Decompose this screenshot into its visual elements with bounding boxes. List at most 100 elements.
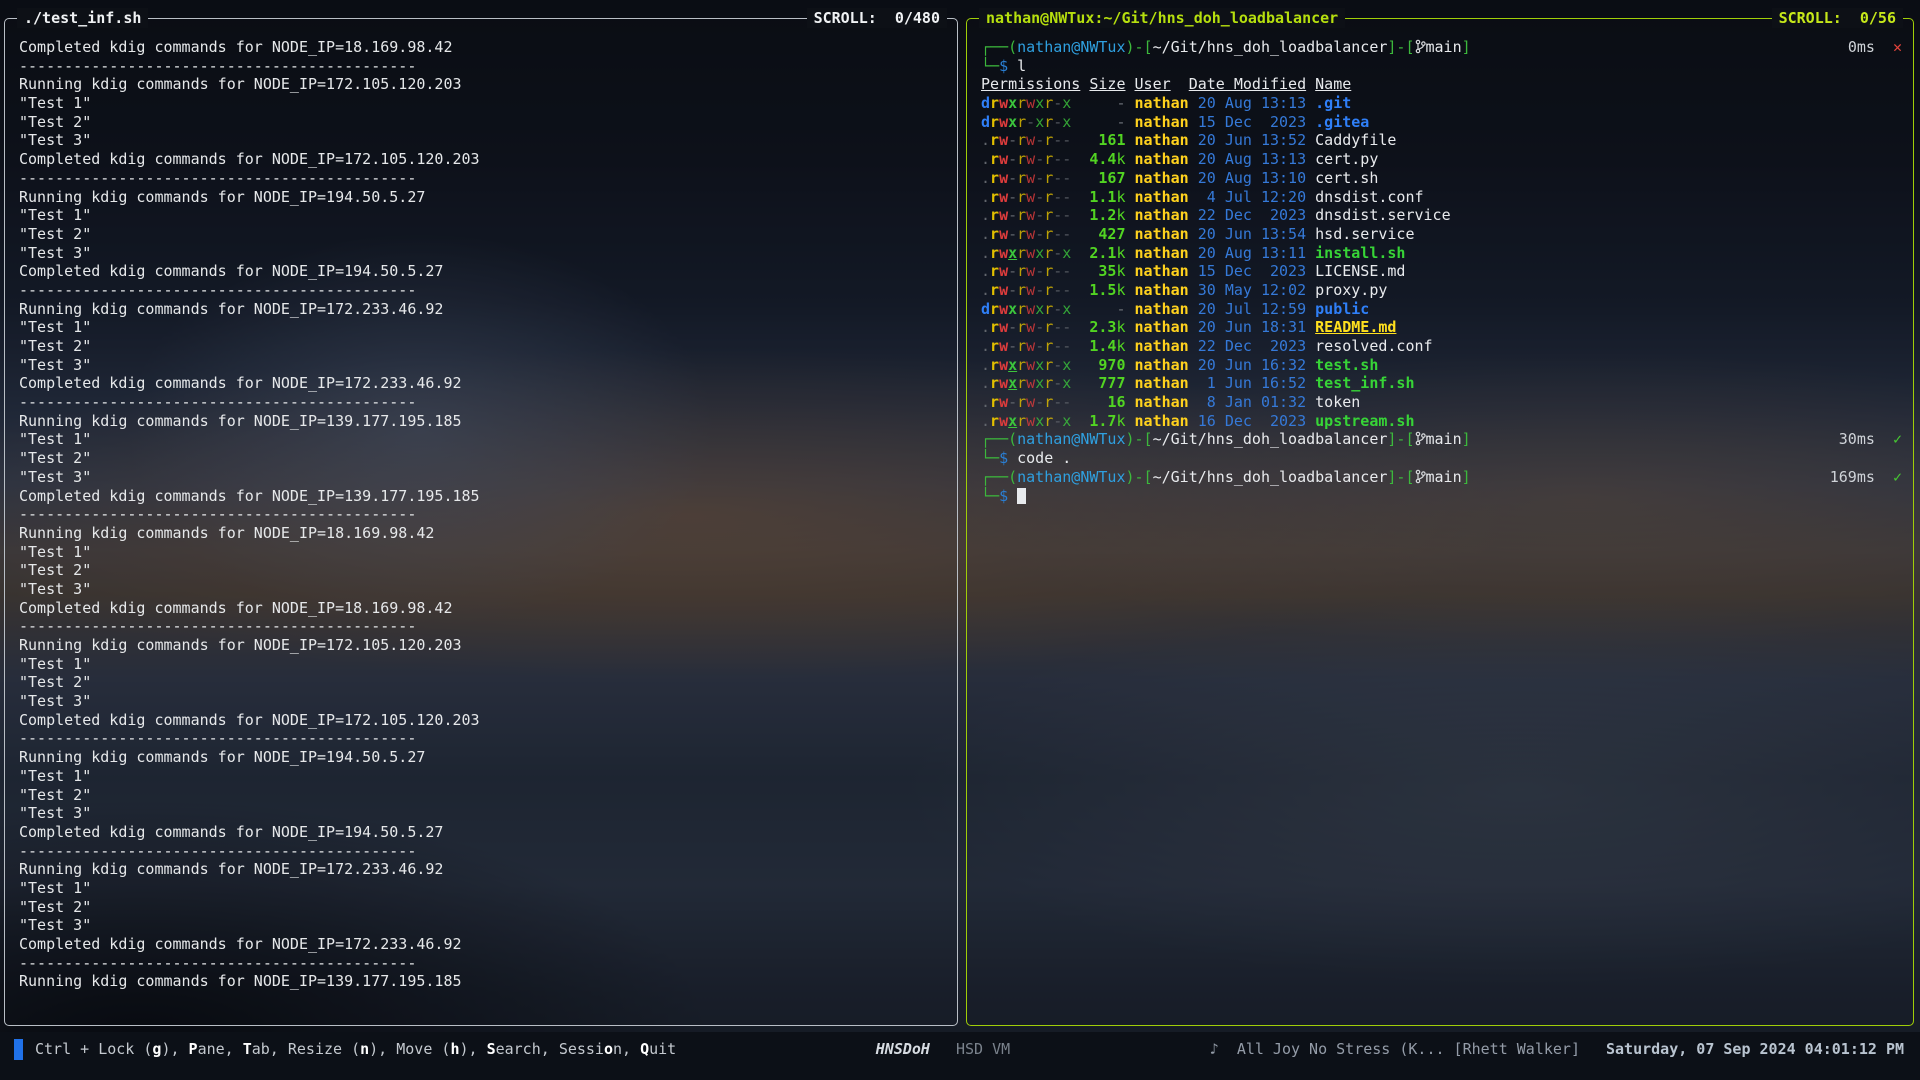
now-playing: ♪ All Joy No Stress (K... [Rhett Walker] — [1210, 1040, 1580, 1058]
file-row[interactable]: .rw-rw-r-- 4.4k nathan 20 Aug 13:13 cert… — [981, 150, 1902, 169]
file-name: .git — [1315, 94, 1351, 112]
command-line: └─$ — [981, 487, 1902, 506]
terminal-line: Completed kdig commands for NODE_IP=172.… — [19, 150, 946, 169]
terminal-line: Running kdig commands for NODE_IP=18.169… — [19, 524, 946, 543]
terminal-line: "Test 1" — [19, 767, 946, 786]
listing-header: Permissions Size User Date Modified Name — [981, 75, 1902, 94]
file-name: README.md — [1315, 318, 1396, 336]
file-name: test_inf.sh — [1315, 374, 1414, 392]
terminal-line: Running kdig commands for NODE_IP=194.50… — [19, 748, 946, 767]
terminal-line: "Test 1" — [19, 430, 946, 449]
terminal-line: Completed kdig commands for NODE_IP=194.… — [19, 823, 946, 842]
terminal-line: ----------------------------------------… — [19, 842, 946, 861]
terminal-line: "Test 1" — [19, 94, 946, 113]
file-row[interactable]: .rw-rw-r-- 1.5k nathan 30 May 12:02 prox… — [981, 281, 1902, 300]
terminal-line: Completed kdig commands for NODE_IP=18.1… — [19, 38, 946, 57]
terminal-line: "Test 1" — [19, 879, 946, 898]
terminal-line: "Test 1" — [19, 318, 946, 337]
terminal-line: "Test 2" — [19, 449, 946, 468]
file-name: upstream.sh — [1315, 412, 1414, 430]
prompt-line: ┌──(nathan@NWTux)-[~/Git/hns_doh_loadbal… — [981, 430, 1902, 449]
file-row[interactable]: .rwxrwxr-x 777 nathan 1 Jun 16:52 test_i… — [981, 374, 1902, 393]
terminal-line: "Test 3" — [19, 356, 946, 375]
file-row[interactable]: drwxrwxr-x - nathan 20 Jul 12:59 public — [981, 300, 1902, 319]
file-row[interactable]: .rw-rw-r-- 427 nathan 20 Jun 13:54 hsd.s… — [981, 225, 1902, 244]
terminal-line: "Test 1" — [19, 206, 946, 225]
terminal-line: "Test 1" — [19, 543, 946, 562]
file-row[interactable]: .rw-rw-r-- 1.2k nathan 22 Dec 2023 dnsdi… — [981, 206, 1902, 225]
file-row[interactable]: drwxrwxr-x - nathan 20 Aug 13:13 .git — [981, 94, 1902, 113]
terminal-line: Running kdig commands for NODE_IP=172.23… — [19, 860, 946, 879]
file-row[interactable]: .rw-rw-r-- 1.4k nathan 22 Dec 2023 resol… — [981, 337, 1902, 356]
terminal-line: "Test 2" — [19, 786, 946, 805]
file-name: install.sh — [1315, 244, 1405, 262]
file-row[interactable]: .rw-rw-r-- 1.1k nathan 4 Jul 12:20 dnsdi… — [981, 188, 1902, 207]
terminal-line: ----------------------------------------… — [19, 954, 946, 973]
terminal-line: "Test 3" — [19, 916, 946, 935]
file-name: cert.py — [1315, 150, 1378, 168]
error-icon: ✕ — [1893, 38, 1902, 56]
terminal-line: Running kdig commands for NODE_IP=139.17… — [19, 412, 946, 431]
terminal-line: Completed kdig commands for NODE_IP=194.… — [19, 262, 946, 281]
terminal-line: ----------------------------------------… — [19, 505, 946, 524]
terminal-line: ----------------------------------------… — [19, 393, 946, 412]
terminal-line: "Test 3" — [19, 580, 946, 599]
git-branch-icon — [1415, 431, 1426, 446]
terminal-line: Completed kdig commands for NODE_IP=172.… — [19, 711, 946, 730]
file-name: dnsdist.service — [1315, 206, 1450, 224]
terminal-line: ----------------------------------------… — [19, 617, 946, 636]
terminal-line: "Test 3" — [19, 131, 946, 150]
file-row[interactable]: .rw-rw-r-- 35k nathan 15 Dec 2023 LICENS… — [981, 262, 1902, 281]
pane-body-left[interactable]: Completed kdig commands for NODE_IP=18.1… — [6, 20, 956, 1024]
prompt-line: ┌──(nathan@NWTux)-[~/Git/hns_doh_loadbal… — [981, 468, 1902, 487]
file-name: test.sh — [1315, 356, 1378, 374]
pane-body-right[interactable]: ┌──(nathan@NWTux)-[~/Git/hns_doh_loadbal… — [968, 20, 1912, 1024]
text-cursor — [1017, 488, 1026, 504]
file-row[interactable]: .rwxrwxr-x 970 nathan 20 Jun 16:32 test.… — [981, 356, 1902, 375]
terminal-line: ----------------------------------------… — [19, 169, 946, 188]
terminal-line: "Test 2" — [19, 673, 946, 692]
terminal-line: "Test 2" — [19, 561, 946, 580]
file-name: hsd.service — [1315, 225, 1414, 243]
file-name: public — [1315, 300, 1369, 318]
file-name: cert.sh — [1315, 169, 1378, 187]
desktop: ./test_inf.sh SCROLL: 0/480 Completed kd… — [0, 0, 1920, 1080]
file-row[interactable]: .rw-rw-r-- 161 nathan 20 Jun 13:52 Caddy… — [981, 131, 1902, 150]
file-name: resolved.conf — [1315, 337, 1432, 355]
clock: Saturday, 07 Sep 2024 04:01:12 PM — [1606, 1040, 1904, 1058]
terminal-line: Completed kdig commands for NODE_IP=172.… — [19, 374, 946, 393]
file-name: .gitea — [1315, 113, 1369, 131]
file-row[interactable]: drwxr-xr-x - nathan 15 Dec 2023 .gitea — [981, 113, 1902, 132]
pane-test-script[interactable]: ./test_inf.sh SCROLL: 0/480 Completed kd… — [4, 18, 958, 1026]
file-row[interactable]: .rwxrwxr-x 2.1k nathan 20 Aug 13:11 inst… — [981, 244, 1902, 263]
file-row[interactable]: .rw-rw-r-- 16 nathan 8 Jan 01:32 token — [981, 393, 1902, 412]
file-name: LICENSE.md — [1315, 262, 1405, 280]
file-row[interactable]: .rwxrwxr-x 1.7k nathan 16 Dec 2023 upstr… — [981, 412, 1902, 431]
terminal-line: "Test 1" — [19, 655, 946, 674]
terminal-line: Running kdig commands for NODE_IP=172.23… — [19, 300, 946, 319]
command-line: └─$ l — [981, 57, 1902, 76]
terminal-line: "Test 3" — [19, 692, 946, 711]
file-row[interactable]: .rw-rw-r-- 167 nathan 20 Aug 13:10 cert.… — [981, 169, 1902, 188]
terminal-line: "Test 2" — [19, 113, 946, 132]
music-note-icon: ♪ — [1210, 1040, 1219, 1058]
terminal-line: "Test 2" — [19, 898, 946, 917]
terminal-line: "Test 3" — [19, 804, 946, 823]
file-row[interactable]: .rw-rw-r-- 2.3k nathan 20 Jun 18:31 READ… — [981, 318, 1902, 337]
file-name: token — [1315, 393, 1360, 411]
pane-shell[interactable]: nathan@NWTux:~/Git/hns_doh_loadbalancer … — [966, 18, 1914, 1026]
file-name: dnsdist.conf — [1315, 188, 1423, 206]
keybind-hints: Ctrl + Lock (g), Pane, Tab, Resize (n), … — [35, 1040, 676, 1058]
mode-indicator — [14, 1039, 23, 1060]
prompt-line: ┌──(nathan@NWTux)-[~/Git/hns_doh_loadbal… — [981, 38, 1902, 57]
host-label: HSD VM — [956, 1040, 1010, 1058]
session-name: HNSDoH — [876, 1040, 930, 1058]
terminal-line: "Test 2" — [19, 337, 946, 356]
terminal-line: "Test 3" — [19, 468, 946, 487]
file-name: Caddyfile — [1315, 131, 1396, 149]
git-branch-icon — [1415, 469, 1426, 484]
terminal-line: ----------------------------------------… — [19, 729, 946, 748]
file-name: proxy.py — [1315, 281, 1387, 299]
terminal-line: Running kdig commands for NODE_IP=139.17… — [19, 972, 946, 991]
terminal-line: Running kdig commands for NODE_IP=172.10… — [19, 636, 946, 655]
